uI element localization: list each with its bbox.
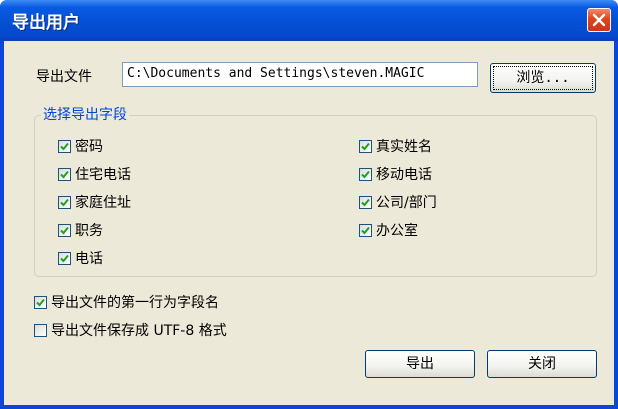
field-checkbox-label: 密码 <box>75 139 103 155</box>
checkbox-box <box>58 223 71 237</box>
export-file-path-input[interactable]: C:\Documents and Settings\steven.MAGIC <box>122 62 478 87</box>
field-checkbox[interactable]: 职务 <box>58 220 103 240</box>
export-users-dialog: 导出用户 导出文件 C:\Documents and Settings\stev… <box>0 0 618 409</box>
export-file-label: 导出文件 <box>36 69 92 85</box>
close-button-label: 关闭 <box>528 356 556 372</box>
checkbox-box <box>34 295 47 309</box>
field-checkbox-label: 办公室 <box>376 223 418 239</box>
checkmark-icon <box>60 170 69 178</box>
export-button[interactable]: 导出 <box>365 350 475 378</box>
checkmark-icon <box>361 170 370 178</box>
field-checkbox-label: 住宅电话 <box>75 167 131 183</box>
title-bar[interactable]: 导出用户 <box>0 0 618 41</box>
checkmark-icon <box>60 198 69 206</box>
field-checkbox-label: 移动电话 <box>376 167 432 183</box>
first-row-header-label: 导出文件的第一行为字段名 <box>51 295 219 311</box>
field-checkbox[interactable]: 真实姓名 <box>359 136 432 156</box>
dialog-title: 导出用户 <box>12 13 80 33</box>
close-button[interactable]: 关闭 <box>487 350 597 378</box>
select-fields-legend: 选择导出字段 <box>41 104 129 124</box>
browse-button[interactable]: 浏览... <box>490 63 596 93</box>
field-checkbox[interactable]: 办公室 <box>359 220 418 240</box>
checkbox-box <box>34 323 47 337</box>
close-x-icon <box>592 13 606 27</box>
checkmark-icon <box>361 142 370 150</box>
checkbox-box <box>58 167 71 181</box>
checkmark-icon <box>60 226 69 234</box>
field-checkbox[interactable]: 移动电话 <box>359 164 432 184</box>
checkbox-box <box>359 223 372 237</box>
field-checkbox[interactable]: 密码 <box>58 136 103 156</box>
field-checkbox-label: 职务 <box>75 223 103 239</box>
checkbox-box <box>58 139 71 153</box>
checkbox-box <box>359 167 372 181</box>
field-checkbox-label: 真实姓名 <box>376 139 432 155</box>
checkbox-box <box>58 251 71 265</box>
checkbox-box <box>359 139 372 153</box>
checkmark-icon <box>60 142 69 150</box>
dialog-body: 导出文件 C:\Documents and Settings\steven.MA… <box>4 41 614 405</box>
field-checkbox-label: 公司/部门 <box>376 195 437 211</box>
checkmark-icon <box>60 254 69 262</box>
checkmark-icon <box>361 198 370 206</box>
first-row-header-checkbox[interactable]: 导出文件的第一行为字段名 <box>34 292 219 312</box>
export-button-label: 导出 <box>406 356 434 372</box>
field-checkbox-label: 家庭住址 <box>75 195 131 211</box>
field-checkbox[interactable]: 住宅电话 <box>58 164 131 184</box>
field-checkbox[interactable]: 电话 <box>58 248 103 268</box>
close-window-button[interactable] <box>587 8 611 32</box>
utf8-format-label: 导出文件保存成 UTF-8 格式 <box>51 323 227 339</box>
checkmark-icon <box>36 298 45 306</box>
browse-button-label: 浏览... <box>516 70 570 86</box>
field-checkbox[interactable]: 家庭住址 <box>58 192 131 212</box>
utf8-format-checkbox[interactable]: 导出文件保存成 UTF-8 格式 <box>34 320 227 340</box>
field-checkbox-label: 电话 <box>75 251 103 267</box>
field-checkbox[interactable]: 公司/部门 <box>359 192 437 212</box>
checkmark-icon <box>361 226 370 234</box>
checkbox-box <box>58 195 71 209</box>
checkbox-box <box>359 195 372 209</box>
